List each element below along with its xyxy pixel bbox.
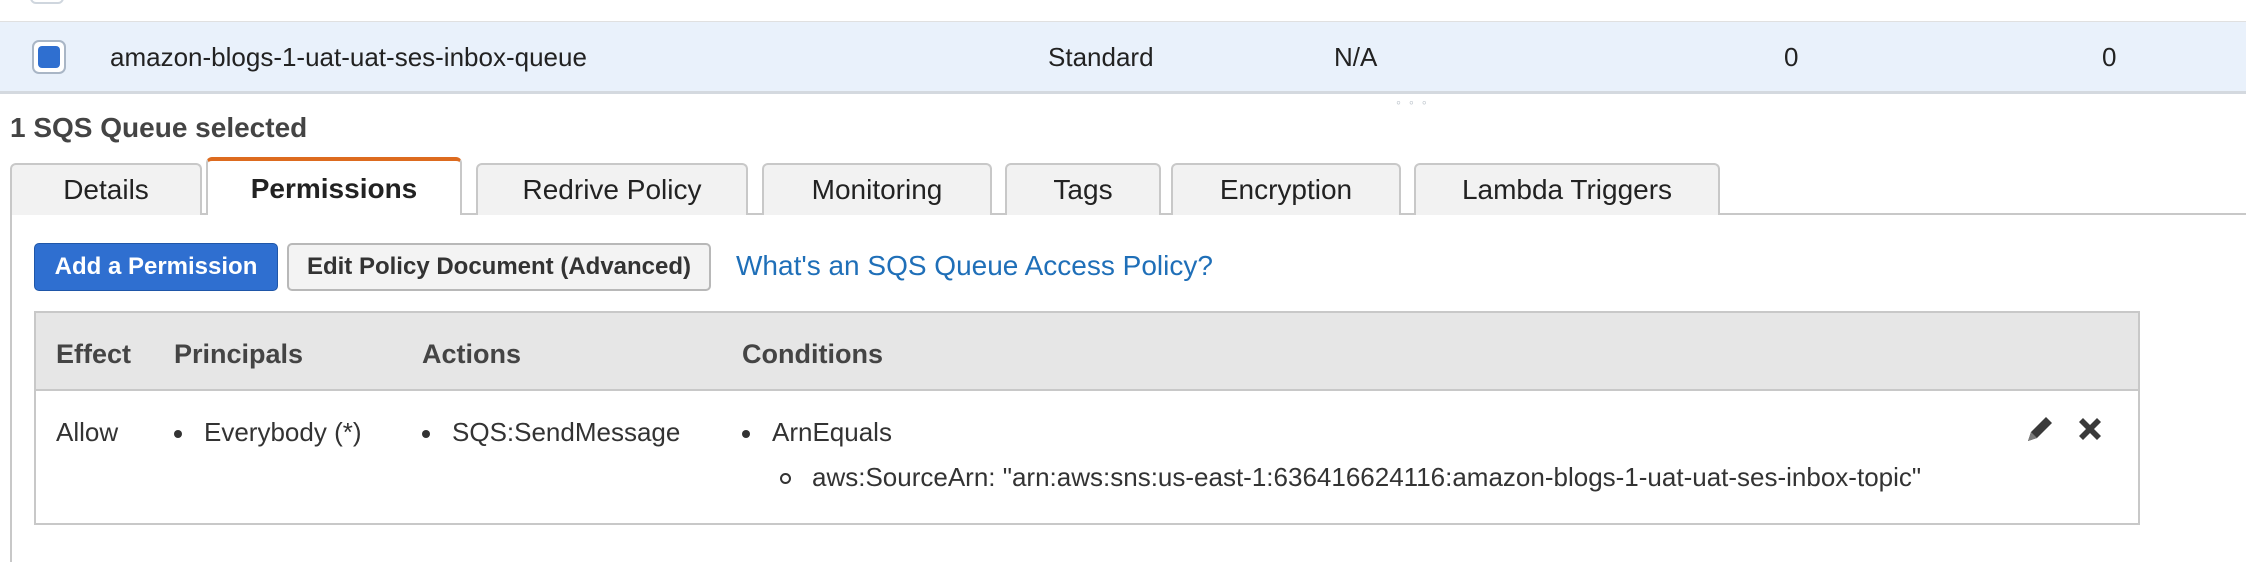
column-header-conditions: Conditions	[742, 339, 883, 369]
effect-value: Allow	[56, 417, 119, 447]
close-icon[interactable]	[2072, 411, 2108, 447]
selection-summary: 1 SQS Queue selected	[10, 112, 308, 143]
column-header-effect: Effect	[56, 339, 132, 369]
tab-monitoring[interactable]: Monitoring	[762, 163, 992, 215]
list-bullet	[174, 430, 182, 438]
edit-policy-document-button[interactable]: Edit Policy Document (Advanced)	[287, 243, 711, 291]
table-row[interactable]: amazon-blogs-1-uat-uat-ses-inbox-queue S…	[0, 22, 2246, 94]
table-header: Effect Principals Actions Conditions	[36, 313, 2138, 391]
tab-redrive-policy[interactable]: Redrive Policy	[476, 163, 748, 215]
queue-name[interactable]: amazon-blogs-1-uat-uat-ses-inbox-queue	[110, 42, 587, 73]
row-checkbox[interactable]	[32, 40, 66, 74]
condition-detail: aws:SourceArn: "arn:aws:sns:us-east-1:63…	[812, 462, 1922, 492]
add-permission-button[interactable]: Add a Permission	[34, 243, 278, 291]
policy-table: Effect Principals Actions Conditions All…	[34, 311, 2140, 525]
messages-in-flight: 0	[2102, 42, 2117, 72]
checkbox-checked-fill	[38, 46, 60, 68]
tab-details[interactable]: Details	[10, 163, 202, 215]
messages-available: 0	[1784, 42, 1799, 72]
content-based-deduplication: N/A	[1334, 42, 1378, 72]
tab-permissions[interactable]: Permissions	[206, 157, 462, 217]
previous-row-strip	[0, 0, 2246, 22]
tab-tags[interactable]: Tags	[1005, 163, 1161, 215]
queue-type: Standard	[1048, 42, 1154, 72]
column-header-principals: Principals	[174, 339, 304, 369]
list-bullet	[422, 430, 430, 438]
access-policy-help-link[interactable]: What's an SQS Queue Access Policy?	[736, 250, 1213, 282]
pencil-icon[interactable]	[2022, 411, 2058, 447]
action-item: SQS:SendMessage	[452, 417, 681, 447]
tab-encryption[interactable]: Encryption	[1171, 163, 1401, 215]
list-bullet	[742, 430, 750, 438]
previous-row-checkbox[interactable]	[30, 0, 64, 4]
resize-handle[interactable]: ◦ ◦ ◦	[1396, 94, 1429, 110]
tab-lambda-triggers[interactable]: Lambda Triggers	[1414, 163, 1720, 215]
sub-list-bullet	[780, 473, 791, 484]
principal-item: Everybody (*)	[204, 417, 362, 447]
column-header-actions: Actions	[422, 339, 522, 369]
condition-operator: ArnEquals	[772, 417, 892, 447]
